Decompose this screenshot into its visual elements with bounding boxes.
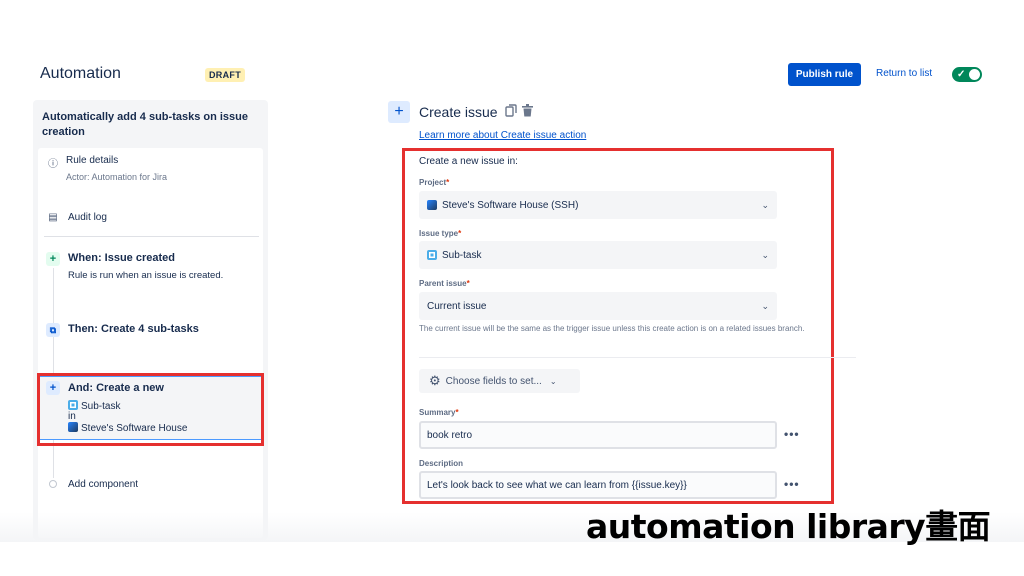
audit-log-icon: ▤ [48, 212, 58, 223]
parent-issue-field-label: Parent issue* [419, 279, 470, 288]
issue-type-field-label: Issue type* [419, 229, 462, 238]
project-icon [427, 200, 437, 210]
info-icon: ⓘ [48, 159, 58, 170]
choose-fields-label: Choose fields to set... [445, 375, 542, 387]
project-select[interactable]: Steve's Software House (SSH) ⌄ [419, 191, 777, 219]
rule-name: Automatically add 4 sub-tasks on issue c… [42, 111, 249, 138]
subtask-icon [427, 250, 437, 260]
editor-title: Create issue [419, 104, 498, 120]
chevron-down-icon: ⌄ [761, 199, 769, 210]
issue-type-select[interactable]: Sub-task ⌄ [419, 241, 777, 269]
subtasks-icon: ⧉ [46, 323, 60, 337]
then-action-item[interactable]: ⧉ Then: Create 4 sub-tasks [46, 323, 199, 337]
rule-details-item[interactable]: ⓘ Rule details Actor: Automation for Jir… [46, 155, 167, 182]
gear-icon: ⚙ [429, 373, 441, 388]
draft-badge: DRAFT [205, 68, 245, 82]
trash-icon[interactable] [522, 104, 533, 117]
chevron-down-icon: ⌄ [761, 300, 769, 311]
trigger-title: When: Issue created [68, 252, 175, 264]
add-component-dot [49, 480, 57, 488]
rule-actor: Actor: Automation for Jira [66, 172, 168, 182]
highlight-box [37, 373, 264, 446]
more-icon[interactable]: ••• [784, 477, 800, 491]
chevron-down-icon: ⌄ [549, 376, 557, 386]
add-component-link[interactable]: Add component [68, 479, 138, 490]
return-to-list-link[interactable]: Return to list [876, 68, 932, 79]
toggle-knob [969, 69, 980, 80]
check-icon: ✓ [957, 69, 966, 80]
summary-input[interactable]: book retro [419, 421, 777, 449]
project-select-value: Steve's Software House (SSH) [442, 199, 579, 211]
issue-type-select-value: Sub-task [442, 249, 482, 261]
parent-issue-select[interactable]: Current issue ⌄ [419, 292, 777, 320]
parent-issue-select-value: Current issue [427, 300, 487, 312]
rule-details-label: Rule details [66, 155, 119, 166]
description-input-value: Let's look back to see what we can learn… [427, 479, 687, 491]
more-icon[interactable]: ••• [784, 427, 800, 441]
page-title: Automation [40, 65, 121, 82]
chevron-down-icon: ⌄ [761, 249, 769, 260]
plus-icon: + [46, 252, 60, 266]
summary-input-value: book retro [427, 429, 473, 441]
then-title: Then: Create 4 sub-tasks [68, 323, 199, 335]
audit-log-item[interactable]: ▤ Audit log [46, 212, 107, 223]
divider [44, 236, 259, 237]
parent-issue-helper-text: The current issue will be the same as th… [419, 324, 805, 333]
audit-log-label: Audit log [68, 212, 107, 223]
description-field-label: Description [419, 459, 464, 468]
description-input[interactable]: Let's look back to see what we can learn… [419, 471, 777, 499]
plus-icon: + [388, 101, 410, 123]
rule-enabled-toggle[interactable]: ✓ [952, 67, 982, 82]
project-field-label: Project* [419, 178, 450, 187]
learn-more-link[interactable]: Learn more about Create issue action [419, 130, 586, 141]
create-in-label: Create a new issue in: [419, 156, 518, 167]
copy-icon[interactable] [505, 104, 517, 117]
summary-field-label: Summary* [419, 408, 459, 417]
publish-rule-button[interactable]: Publish rule [788, 63, 861, 86]
caption-overlay: automation library畫面 [586, 507, 991, 546]
trigger-description: Rule is run when an issue is created. [68, 270, 224, 281]
when-trigger-item[interactable]: + When: Issue created Rule is run when a… [46, 252, 223, 281]
choose-fields-button[interactable]: ⚙ Choose fields to set... ⌄ [419, 369, 580, 393]
divider [419, 357, 856, 358]
